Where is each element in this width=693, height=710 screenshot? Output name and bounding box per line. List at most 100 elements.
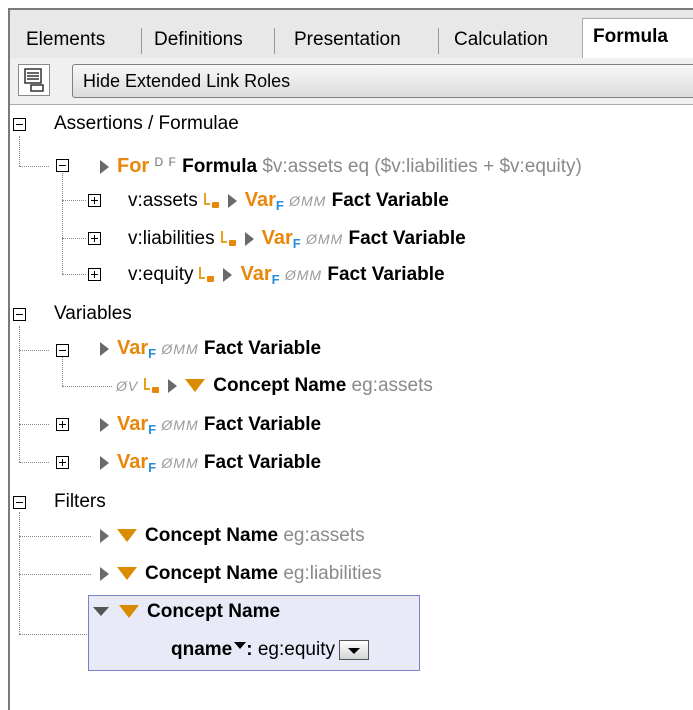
expand-arrow-icon[interactable] bbox=[100, 341, 109, 356]
var-subscript: F bbox=[292, 236, 301, 251]
tree-connector bbox=[62, 200, 86, 201]
var-type: Fact Variable bbox=[203, 338, 322, 359]
var-keyword: Var bbox=[261, 227, 293, 249]
tab-formula[interactable]: Formula bbox=[582, 18, 693, 59]
variable-node[interactable]: VarF ØMM Fact Variable bbox=[100, 408, 321, 440]
tree-connector bbox=[19, 136, 20, 166]
tree-connector bbox=[62, 386, 112, 387]
filter-type: Concept Name bbox=[145, 563, 279, 584]
filter-arc-flags: ØV bbox=[116, 378, 139, 394]
var-keyword: Var bbox=[244, 189, 276, 211]
expand-arrow-icon[interactable] bbox=[244, 231, 254, 246]
var-subscript: F bbox=[148, 422, 157, 437]
tab-calculation[interactable]: Calculation bbox=[444, 24, 558, 56]
tree-connector bbox=[19, 326, 20, 462]
collapse-icon[interactable] bbox=[13, 308, 26, 321]
var-keyword: Var bbox=[117, 337, 149, 359]
var-keyword: Var bbox=[240, 263, 272, 285]
expand-icon[interactable] bbox=[88, 268, 101, 281]
var-subscript: F bbox=[148, 346, 157, 361]
variable-arc-name: v:liabilities bbox=[128, 228, 215, 249]
selected-filter-header[interactable]: Concept Name bbox=[93, 596, 280, 628]
variable-node[interactable]: VarF ØMM Fact Variable bbox=[100, 332, 321, 364]
tree-connector bbox=[19, 166, 49, 167]
expand-arrow-icon[interactable] bbox=[100, 455, 109, 470]
expand-arrow-icon[interactable] bbox=[100, 528, 109, 543]
filter-funnel-icon bbox=[185, 379, 206, 393]
variable-node[interactable]: VarF ØMM Fact Variable bbox=[100, 446, 321, 478]
filter-type: Concept Name bbox=[147, 601, 281, 622]
expand-icon[interactable] bbox=[88, 232, 101, 245]
formula-node[interactable]: For D F Formula $v:assets eq ($v:liabili… bbox=[100, 146, 582, 178]
tab-presentation[interactable]: Presentation bbox=[284, 24, 411, 56]
var-type: Fact Variable bbox=[348, 228, 466, 249]
qname-dropdown-icon[interactable] bbox=[234, 642, 247, 649]
collapse-icon[interactable] bbox=[13, 118, 26, 131]
tab-elements[interactable]: Elements bbox=[16, 24, 115, 56]
variable-arc-icon bbox=[219, 230, 237, 247]
var-subscript: F bbox=[275, 198, 284, 213]
variable-arc-icon bbox=[197, 266, 215, 283]
formula-name: Formula bbox=[182, 156, 258, 177]
tab-divider bbox=[438, 28, 439, 54]
var-flags: ØMM bbox=[284, 267, 323, 283]
filter-funnel-icon bbox=[117, 567, 137, 581]
expand-icon[interactable] bbox=[88, 194, 101, 207]
filter-funnel-icon bbox=[119, 605, 139, 619]
qname-separator: : bbox=[246, 639, 253, 660]
tree-connector bbox=[19, 536, 91, 537]
expand-arrow-icon[interactable] bbox=[223, 267, 233, 282]
var-type: Fact Variable bbox=[327, 264, 445, 285]
var-flags: ØMM bbox=[289, 193, 327, 209]
expand-icon[interactable] bbox=[56, 456, 69, 469]
collapse-icon[interactable] bbox=[56, 159, 69, 172]
hide-extended-link-roles-button[interactable]: Hide Extended Link Roles bbox=[72, 64, 693, 98]
tree-connector bbox=[19, 462, 49, 463]
filter-node[interactable]: Concept Name eg:assets bbox=[100, 520, 365, 552]
formula-flags: D F bbox=[154, 155, 177, 169]
var-type: Fact Variable bbox=[203, 452, 322, 473]
filter-funnel-icon bbox=[117, 529, 137, 543]
var-flags: ØMM bbox=[161, 455, 199, 471]
filter-value: eg:assets bbox=[351, 375, 433, 396]
filter-arc-node[interactable]: ØV Concept Name eg:assets bbox=[116, 370, 433, 402]
qname-label: qname bbox=[171, 639, 233, 660]
variable-arc-liabilities[interactable]: v:liabilities VarF ØMM Fact Variable bbox=[128, 222, 466, 254]
var-flags: ØMM bbox=[161, 417, 199, 433]
var-keyword: Var bbox=[117, 413, 149, 435]
tree-connector bbox=[62, 274, 86, 275]
var-flags: ØMM bbox=[305, 231, 344, 247]
filter-arc-icon bbox=[142, 377, 160, 394]
link-roles-icon[interactable] bbox=[18, 64, 50, 96]
qname-field-row: qname: eg:equity bbox=[171, 634, 369, 666]
tab-divider bbox=[274, 28, 275, 54]
var-type: Fact Variable bbox=[331, 190, 449, 211]
filters-section-label: Filters bbox=[54, 491, 106, 512]
qname-value[interactable]: eg:equity bbox=[258, 639, 335, 660]
variable-arc-name: v:assets bbox=[128, 190, 198, 211]
filter-node[interactable]: Concept Name eg:liabilities bbox=[100, 558, 382, 590]
expand-arrow-icon[interactable] bbox=[100, 566, 109, 581]
variable-arc-equity[interactable]: v:equity VarF ØMM Fact Variable bbox=[128, 258, 445, 290]
collapse-icon[interactable] bbox=[13, 496, 26, 509]
expand-arrow-icon[interactable] bbox=[168, 378, 178, 393]
collapse-icon[interactable] bbox=[56, 344, 69, 357]
variable-arc-icon bbox=[202, 192, 220, 209]
toolbar: Hide Extended Link Roles bbox=[10, 58, 693, 105]
qname-combo-button[interactable] bbox=[338, 639, 369, 660]
tree-connector bbox=[19, 350, 49, 351]
variable-arc-assets[interactable]: v:assets VarF ØMM Fact Variable bbox=[128, 184, 449, 216]
expand-icon[interactable] bbox=[56, 418, 69, 431]
formula-keyword: For bbox=[117, 155, 150, 177]
expand-arrow-icon[interactable] bbox=[100, 159, 109, 174]
variables-section-label: Variables bbox=[54, 303, 132, 324]
tab-divider bbox=[141, 28, 142, 54]
tab-definitions[interactable]: Definitions bbox=[144, 24, 253, 56]
expand-arrow-icon[interactable] bbox=[100, 417, 109, 432]
var-subscript: F bbox=[148, 460, 157, 475]
collapse-arrow-icon[interactable] bbox=[93, 607, 109, 617]
expand-arrow-icon[interactable] bbox=[227, 193, 237, 208]
tree-connector bbox=[62, 238, 86, 239]
filter-type: Concept Name bbox=[145, 525, 279, 546]
selected-filter-node[interactable]: Concept Name qname: eg:equity bbox=[88, 595, 420, 671]
